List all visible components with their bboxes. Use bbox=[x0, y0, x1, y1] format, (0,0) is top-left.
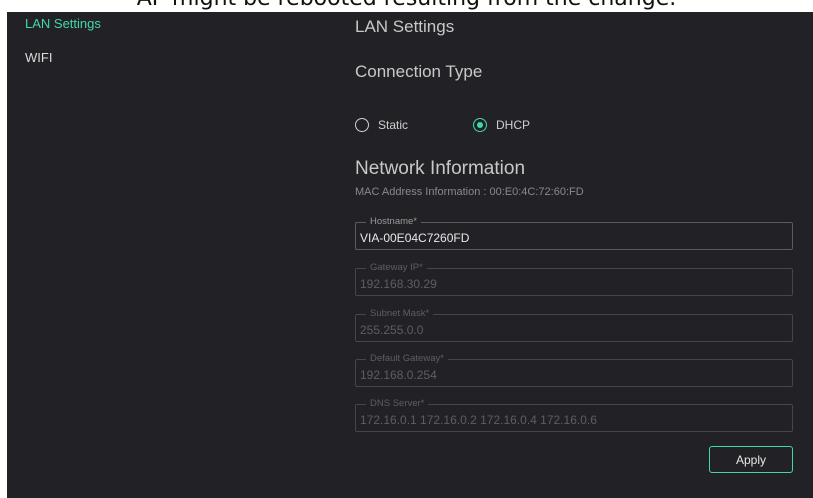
sidebar: LAN Settings WIFI bbox=[7, 12, 337, 498]
apply-button[interactable]: Apply bbox=[709, 446, 793, 473]
radio-dhcp[interactable]: DHCP bbox=[473, 118, 530, 132]
default-gateway-field: Default Gateway* 192.168.0.254 bbox=[355, 353, 793, 387]
page-title: LAN Settings bbox=[355, 17, 455, 36]
gateway-ip-field-label: Gateway IP* bbox=[366, 262, 427, 274]
radio-dhcp-circle-icon[interactable] bbox=[473, 118, 487, 132]
dns-server-field-label: DNS Server* bbox=[366, 398, 429, 410]
gateway-ip-field: Gateway IP* 192.168.30.29 bbox=[355, 262, 793, 296]
connection-type-radio-group: Static DHCP bbox=[355, 118, 655, 138]
hostname-field-value[interactable]: VIA-00E04C7260FD bbox=[360, 231, 469, 245]
subnet-mask-field-label: Subnet Mask* bbox=[366, 308, 434, 320]
mac-address-text: MAC Address Information : 00:E0:4C:72:60… bbox=[355, 186, 584, 198]
subnet-mask-field-value: 255.255.0.0 bbox=[360, 323, 424, 337]
notice-banner: AP might be rebooted resulting from the … bbox=[0, 0, 813, 12]
notice-banner-text: AP might be rebooted resulting from the … bbox=[0, 0, 813, 11]
network-information-heading: Network Information bbox=[355, 158, 526, 179]
hostname-field[interactable]: Hostname* VIA-00E04C7260FD bbox=[355, 216, 793, 250]
settings-window: LAN Settings WIFI LAN Settings Connectio… bbox=[7, 12, 813, 498]
radio-static[interactable]: Static bbox=[355, 118, 408, 132]
sidebar-item-wifi[interactable]: WIFI bbox=[25, 50, 52, 65]
radio-dhcp-label: DHCP bbox=[496, 118, 531, 132]
dns-server-field-value: 172.16.0.1 172.16.0.2 172.16.0.4 172.16.… bbox=[360, 413, 597, 427]
dns-server-field: DNS Server* 172.16.0.1 172.16.0.2 172.16… bbox=[355, 398, 793, 432]
hostname-field-label: Hostname* bbox=[366, 216, 421, 228]
default-gateway-field-label: Default Gateway* bbox=[366, 353, 448, 365]
connection-type-heading: Connection Type bbox=[355, 62, 483, 81]
sidebar-item-lan-settings[interactable]: LAN Settings bbox=[25, 16, 101, 31]
radio-static-label: Static bbox=[378, 118, 409, 132]
radio-static-circle-icon[interactable] bbox=[355, 118, 369, 132]
default-gateway-field-value: 192.168.0.254 bbox=[360, 368, 437, 382]
subnet-mask-field: Subnet Mask* 255.255.0.0 bbox=[355, 308, 793, 342]
gateway-ip-field-value: 192.168.30.29 bbox=[360, 277, 437, 291]
main-panel: LAN Settings Connection Type Static DHCP… bbox=[355, 12, 800, 498]
